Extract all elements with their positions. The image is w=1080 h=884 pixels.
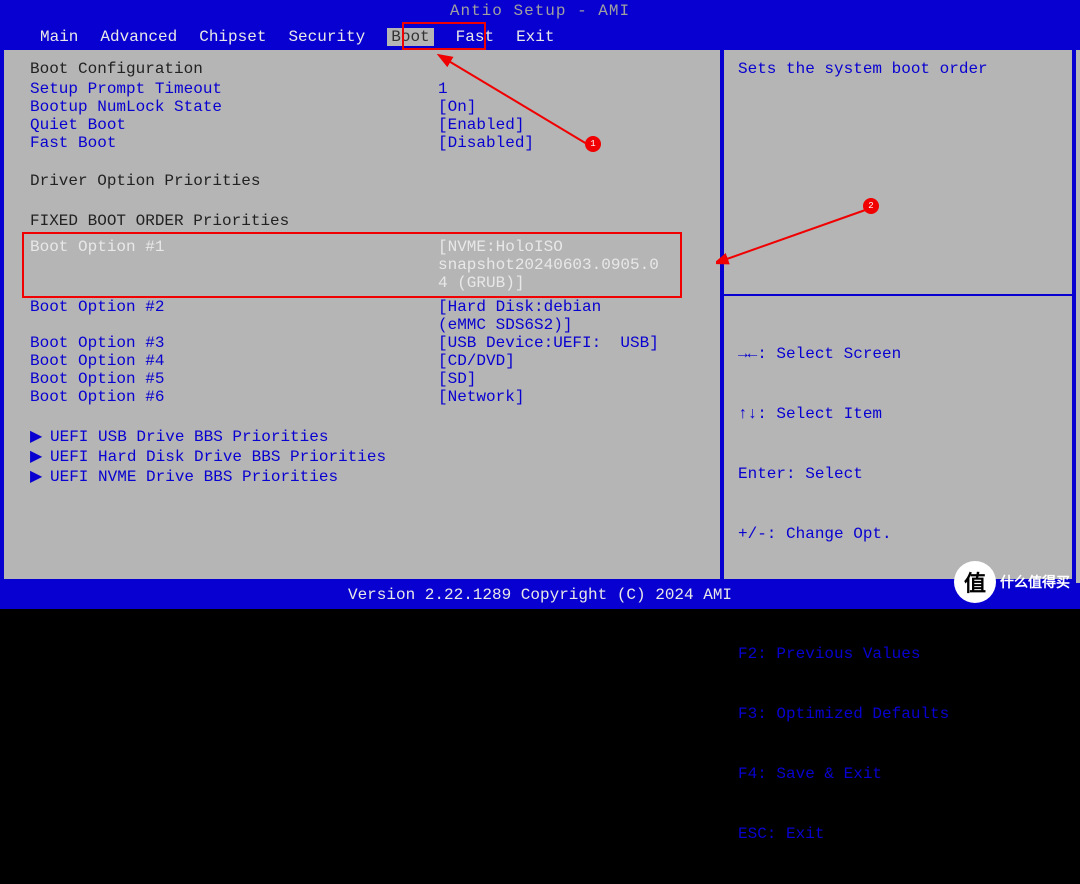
boot-option-3[interactable]: Boot Option #3 [USB Device:UEFI: USB] bbox=[30, 334, 694, 352]
boot-option-5[interactable]: Boot Option #5 [SD] bbox=[30, 370, 694, 388]
boot-option-4[interactable]: Boot Option #4 [CD/DVD] bbox=[30, 352, 694, 370]
boot-option-1-label: Boot Option #1 bbox=[30, 238, 438, 256]
option-quiet-boot[interactable]: Quiet Boot [Enabled] bbox=[30, 116, 694, 134]
help-f4: F4: Save & Exit bbox=[738, 764, 949, 784]
title-bar: Antio Setup - AMI bbox=[0, 0, 1080, 24]
boot-option-6[interactable]: Boot Option #6 [Network] bbox=[30, 388, 694, 406]
watermark-text: 什么值得买 bbox=[1000, 572, 1070, 592]
annotation-number-1: 1 bbox=[585, 136, 601, 152]
section-driver-priorities: Driver Option Priorities bbox=[30, 172, 694, 190]
section-fixed-boot: FIXED BOOT ORDER Priorities bbox=[30, 212, 694, 230]
annotation-boot-highlight bbox=[402, 22, 486, 50]
arrow-icon: ▶ bbox=[30, 426, 50, 446]
help-select-screen: →←: Select Screen bbox=[738, 344, 949, 364]
boot-option-2[interactable]: Boot Option #2 [Hard Disk:debian bbox=[30, 298, 694, 316]
help-title: Sets the system boot order bbox=[738, 60, 1058, 78]
menu-exit[interactable]: Exit bbox=[516, 28, 554, 46]
bbs-hdd[interactable]: ▶UEFI Hard Disk Drive BBS Priorities bbox=[30, 446, 694, 466]
bbs-usb[interactable]: ▶UEFI USB Drive BBS Priorities bbox=[30, 426, 694, 446]
menu-advanced[interactable]: Advanced bbox=[100, 28, 177, 46]
option-numlock[interactable]: Bootup NumLock State [On] bbox=[30, 98, 694, 116]
menu-bar: Main Advanced Chipset Security Boot Fast… bbox=[0, 24, 1080, 50]
boot-option-1-value: [NVME:HoloISO bbox=[438, 238, 563, 256]
help-select-item: ↑↓: Select Item bbox=[738, 404, 949, 424]
right-panel: Sets the system boot order →←: Select Sc… bbox=[720, 50, 1076, 583]
menu-chipset[interactable]: Chipset bbox=[199, 28, 266, 46]
watermark: 值 什么值得买 bbox=[954, 561, 1070, 603]
menu-security[interactable]: Security bbox=[288, 28, 365, 46]
watermark-icon: 值 bbox=[954, 561, 996, 603]
help-f3: F3: Optimized Defaults bbox=[738, 704, 949, 724]
help-f2: F2: Previous Values bbox=[738, 644, 949, 664]
arrow-icon: ▶ bbox=[30, 446, 50, 466]
section-boot-config: Boot Configuration bbox=[30, 60, 694, 78]
annotation-number-2: 2 bbox=[863, 198, 879, 214]
boot-option-1-highlight[interactable]: Boot Option #1 [NVME:HoloISO snapshot202… bbox=[22, 232, 682, 298]
option-setup-prompt[interactable]: Setup Prompt Timeout 1 bbox=[30, 80, 694, 98]
arrow-icon: ▶ bbox=[30, 466, 50, 486]
menu-main[interactable]: Main bbox=[40, 28, 78, 46]
left-panel: Boot Configuration Setup Prompt Timeout … bbox=[0, 50, 720, 583]
footer-version: Version 2.22.1289 Copyright (C) 2024 AMI bbox=[0, 583, 1080, 609]
help-divider bbox=[724, 294, 1072, 296]
bbs-nvme[interactable]: ▶UEFI NVME Drive BBS Priorities bbox=[30, 466, 694, 486]
help-esc: ESC: Exit bbox=[738, 824, 949, 844]
help-change: +/-: Change Opt. bbox=[738, 524, 949, 544]
help-enter: Enter: Select bbox=[738, 464, 949, 484]
